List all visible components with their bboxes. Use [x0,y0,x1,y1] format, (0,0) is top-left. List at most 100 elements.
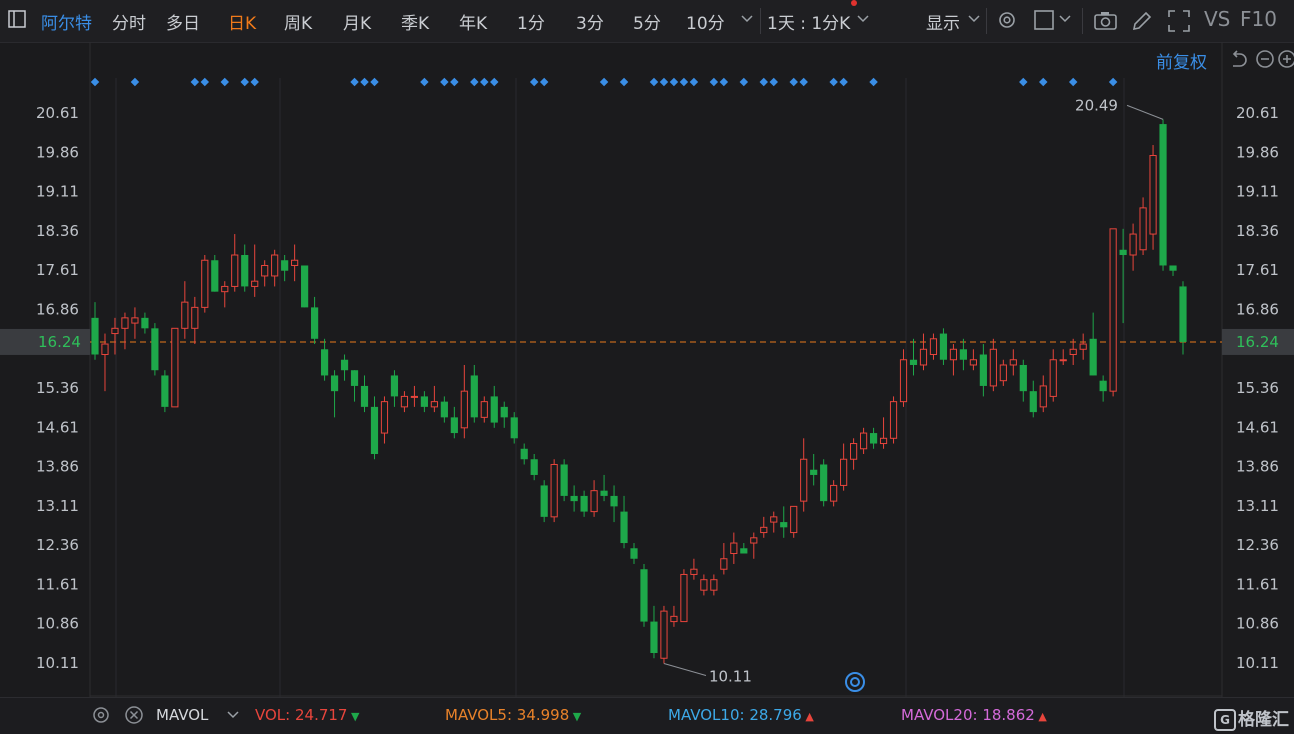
candle-body-up [680,573,688,623]
chart-toolbar: 阿尔特 分时 多日 日K 周K 月K 季K 年K 1分 3分 5分 10分 1天 : 1分K 显示 … [0,0,1294,43]
candle-body-up [1079,343,1087,350]
candle-body-up [261,264,269,277]
pencil-icon[interactable] [1131,10,1153,32]
signal-marker [719,77,729,87]
y-axis-label-left: 15.36 [36,379,79,397]
signal-marker [709,77,719,87]
divider [1082,8,1083,34]
candle-body-up [999,364,1007,382]
period-tab[interactable]: 10分 [686,9,725,34]
locate-target-core[interactable] [850,677,860,687]
signal-marker [250,77,259,87]
signal-marker [480,77,489,87]
y-axis-label-left: 12.36 [36,536,79,554]
interval-select[interactable]: 1天 : 1分K [767,9,850,34]
volume-label: MAVOL10: [668,706,750,724]
y-axis-label-left: 19.11 [36,183,79,201]
period-tab[interactable]: 周K [284,9,312,34]
stock-name[interactable]: 阿尔特 [41,9,92,34]
current-price-label-left: 16.24 [38,333,81,351]
period-tab[interactable]: 月K [343,9,371,34]
chevron-down-icon[interactable] [740,12,758,30]
period-tab[interactable]: 5分 [633,9,661,34]
undo-icon[interactable] [1229,50,1247,68]
layout-box-icon[interactable] [1034,10,1056,32]
candle-body-up [899,359,908,403]
signal-marker [220,77,230,87]
candle-body-up [131,317,139,324]
y-axis-label-right: 11.61 [1236,575,1279,593]
candle-body-up [690,568,698,575]
signal-marker [829,77,838,87]
signal-marker [370,77,379,87]
volume-indicator-bar: MAVOL VOL: 24.717 ▼ MAVOL5: 34.998 ▼ MAVOL… [0,697,1294,734]
period-tab[interactable]: 年K [459,9,487,34]
display-menu[interactable]: 显示 [926,9,960,34]
candle-body-down [450,417,458,434]
brand-logo: G 格隆汇 [1214,705,1289,731]
camera-icon[interactable] [1094,10,1118,32]
candle-body-down [1169,265,1177,271]
period-tab[interactable]: 1分 [517,9,545,34]
period-tab[interactable]: 3分 [576,9,604,34]
settings-gear-icon[interactable] [91,705,111,725]
candle-body-up [1059,359,1067,362]
up-arrow-icon: ▲ [801,710,814,723]
zoom-out-icon[interactable] [1256,50,1274,68]
candle-body-down [320,349,329,376]
chevron-down-icon[interactable] [1058,12,1076,30]
signal-marker [619,77,629,87]
price-adjust-toggle[interactable]: 前复权 [1156,48,1207,73]
signal-marker [440,77,449,87]
chevron-down-icon[interactable] [967,12,985,30]
candle-body-down [630,548,638,559]
candle-body-up [949,348,958,361]
f10-button[interactable]: F10 [1240,7,1277,31]
candle-body-up [1109,228,1117,392]
candle-body-up [460,390,468,429]
volume-label: VOL: [255,706,295,724]
candle-body-up [251,280,259,287]
candle-body-up [400,395,409,408]
candle-body-up [221,285,229,293]
chevron-down-icon[interactable] [856,12,874,30]
y-axis-label-right: 15.36 [1236,379,1279,397]
candlestick-chart[interactable]: 20.61 20.61 19.86 19.86 19.11 19.11 18.36 18.36… [0,42,1294,697]
y-axis-label-right: 13.11 [1236,497,1279,515]
volume-label: MAVOL5: [445,706,517,724]
candle-body-down [780,522,788,528]
candle-body-down [820,464,828,502]
gear-icon[interactable] [996,9,1018,31]
indicator-name[interactable]: MAVOL [156,706,208,724]
y-axis-label-left: 14.61 [36,418,79,436]
period-tab[interactable]: 多日 [166,9,200,34]
zoom-in-icon[interactable] [1278,50,1294,68]
signal-marker [190,77,200,87]
candle-body-up [700,579,708,591]
candle-body-down [570,495,578,502]
y-axis-label-right: 13.86 [1236,458,1279,476]
signal-marker [200,77,210,87]
chevron-down-icon[interactable] [226,708,240,722]
candle-body-up [271,254,279,277]
candle-body-down [500,406,508,418]
signal-marker [490,77,499,87]
volume-value: 34.998 [516,706,570,724]
close-icon[interactable] [124,705,144,725]
period-tab[interactable]: 分时 [112,9,146,34]
signal-marker [669,77,679,87]
locate-target-ring[interactable] [845,672,865,692]
candle-body-down [370,406,379,455]
period-tab[interactable]: 日K [228,9,256,34]
period-tab[interactable]: 季K [401,9,429,34]
locate-target-icon[interactable] [845,672,865,692]
candle-body-up [1069,348,1077,356]
y-axis-label-left: 10.86 [36,615,79,633]
fullscreen-icon[interactable] [1168,10,1190,32]
signal-marker [1039,77,1048,87]
sidebar-toggle-icon[interactable] [8,10,26,28]
chart-canvas[interactable]: 20.61 20.61 19.86 19.86 19.11 19.11 18.36 18.36… [0,42,1294,697]
candle-body-up [889,401,898,439]
brand-logo-icon: G [1214,709,1236,731]
vs-button[interactable]: VS [1204,7,1230,31]
